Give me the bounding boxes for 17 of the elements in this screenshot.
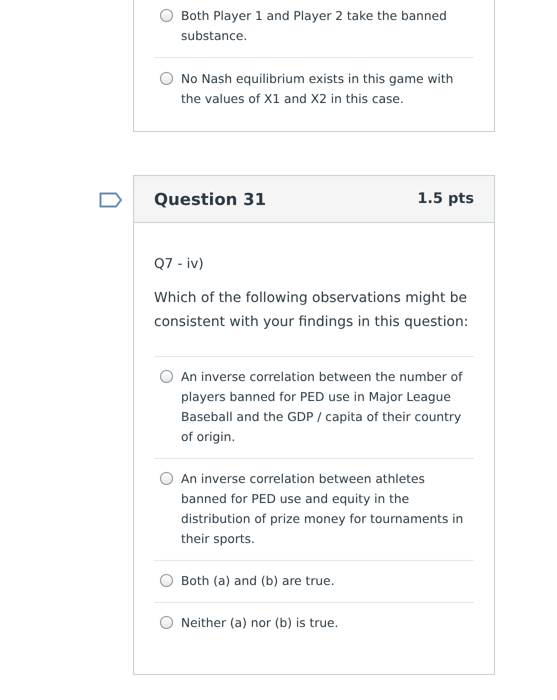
answer-text: No Nash equilibrium exists in this game with the values of X1 and X2 in this case. — [181, 71, 454, 108]
radio-button[interactable] — [160, 616, 173, 629]
answer-text: An inverse correlation between the number of players banned for PED use in Major League Baseball and the GDP / capita of their country of origin. — [181, 369, 464, 446]
radio-button[interactable] — [160, 72, 173, 85]
answer-text: Both Player 1 and Player 2 take the banned substance. — [181, 8, 448, 45]
answer-text: Both (a) and (b) are true. — [181, 573, 336, 590]
radio-button[interactable] — [160, 370, 173, 383]
flag-icon[interactable] — [99, 192, 123, 208]
points-label: 1.5 pts — [417, 191, 474, 207]
answer-text: Neither (a) nor (b) is true. — [181, 615, 340, 632]
radio-button[interactable] — [160, 574, 173, 587]
answer-text: An inverse correlation between athletes banned for PED use and equity in the distribution of prize money for tournaments in their sports. — [181, 471, 464, 548]
radio-button[interactable] — [160, 472, 173, 485]
radio-button[interactable] — [160, 9, 173, 22]
question-prompt: Which of the following observations might be consistent with your findings in this question: — [154, 289, 470, 332]
question-title: Question 31 — [154, 190, 266, 208]
question-label: Q7 - iv) — [154, 256, 205, 272]
